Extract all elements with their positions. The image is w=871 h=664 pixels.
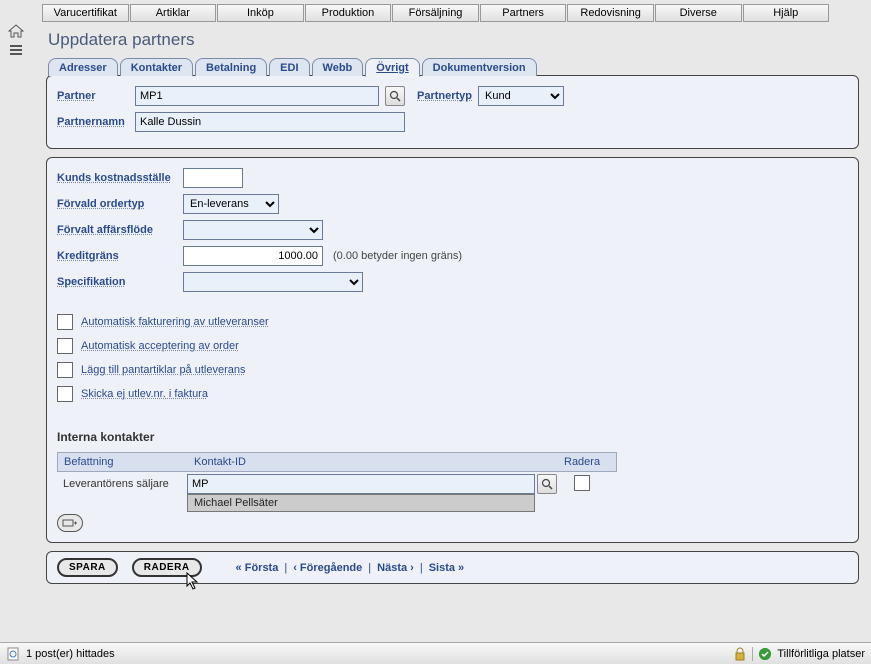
tab-kontakter[interactable]: Kontakter [120,58,193,76]
tab-dokumentversion[interactable]: Dokumentversion [422,58,537,76]
kredit-label: Kreditgräns [57,250,177,262]
pager-first[interactable]: « Första [236,562,279,574]
tab-adresser[interactable]: Adresser [48,58,118,76]
partner-input[interactable] [135,86,379,106]
skicka-ej-checkbox[interactable] [57,386,73,402]
kontakter-grid: Befattning Kontakt-ID Radera Leverantöre… [57,452,617,496]
kredit-input[interactable] [183,246,323,266]
top-menu: Varucertifikat Artiklar Inköp Produktion… [0,0,871,22]
delete-button[interactable]: RADERA [132,558,202,577]
tab-webb[interactable]: Webb [312,58,364,76]
col-kontakt: Kontakt-ID [188,453,558,471]
radera-checkbox[interactable] [574,475,590,491]
tab-edi[interactable]: EDI [269,58,309,76]
page-icon [6,647,20,661]
kostnad-label: Kunds kostnadsställe [57,172,177,184]
auto-acceptering-checkbox[interactable] [57,338,73,354]
shield-icon [759,648,771,660]
lock-icon [734,647,746,661]
menu-hjalp[interactable]: Hjälp [743,4,830,22]
pager: « Första | ‹ Föregående | Nästa › | Sist… [236,562,465,574]
menu-varucertifikat[interactable]: Varucertifikat [42,4,129,22]
menu-artiklar[interactable]: Artiklar [130,4,217,22]
menu-partners[interactable]: Partners [480,4,567,22]
ordertyp-label: Förvald ordertyp [57,198,177,210]
befattning-cell: Leverantörens säljare [57,475,187,493]
kontakt-id-input[interactable] [187,474,535,494]
hamburger-icon[interactable] [9,44,23,56]
col-befattning: Befattning [58,453,188,471]
kredit-hint: (0.00 betyder ingen gräns) [333,250,462,262]
autocomplete-item[interactable]: Michael Pellsäter [187,494,535,512]
main-panel: Kunds kostnadsställe Förvald ordertyp En… [46,157,859,543]
menu-redovisning[interactable]: Redovisning [567,4,654,22]
tab-betalning[interactable]: Betalning [195,58,267,76]
partnernamn-label: Partnernamn [57,116,129,128]
save-button[interactable]: SPARA [57,558,118,577]
kontakt-lookup-button[interactable] [537,474,557,494]
spec-select[interactable] [183,272,363,292]
pager-prev[interactable]: ‹ Föregående [293,562,362,574]
status-text: 1 post(er) hittades [26,648,115,660]
interna-kontakter-title: Interna kontakter [57,430,848,444]
pantartiklar-label: Lägg till pantartiklar på utleverans [81,364,245,376]
add-row-button[interactable] [57,514,83,532]
search-icon [541,478,553,490]
col-radera: Radera [558,453,608,471]
search-icon [389,90,401,102]
auto-fakturering-label: Automatisk fakturering av utleveranser [81,316,269,328]
partnertyp-select[interactable]: Kund [478,86,564,106]
spec-label: Specifikation [57,276,177,288]
skicka-ej-label: Skicka ej utlev.nr. i faktura [81,388,208,400]
partnertyp-label: Partnertyp [417,90,472,102]
home-icon[interactable] [8,24,24,38]
status-bar: 1 post(er) hittades Tillförlitliga plats… [0,642,871,664]
auto-acceptering-label: Automatisk acceptering av order [81,340,239,352]
menu-forsaljning[interactable]: Försäljning [392,4,479,22]
pager-next[interactable]: Nästa › [377,562,414,574]
page-title: Uppdatera partners [42,28,863,58]
left-toolbar [2,22,30,62]
pantartiklar-checkbox[interactable] [57,362,73,378]
partnernamn-input[interactable] [135,112,405,132]
tab-bar: Adresser Kontakter Betalning EDI Webb Öv… [48,58,863,76]
pager-last[interactable]: Sista » [429,562,464,574]
header-panel: Partner Partnertyp Kund Partnernamn [46,75,859,149]
affarsflode-label: Förvalt affärsflöde [57,224,177,236]
menu-diverse[interactable]: Diverse [655,4,742,22]
menu-inkop[interactable]: Inköp [217,4,304,22]
partner-lookup-button[interactable] [385,86,405,106]
ordertyp-select[interactable]: En-leverans [183,194,279,214]
affarsflode-select[interactable] [183,220,323,240]
partner-label: Partner [57,90,129,102]
kostnad-input[interactable] [183,168,243,188]
menu-produktion[interactable]: Produktion [305,4,392,22]
table-row: Leverantörens säljare Michael Pellsäter [57,472,617,496]
auto-fakturering-checkbox[interactable] [57,314,73,330]
trusted-sites-text: Tillförlitliga platser [777,648,865,660]
add-row-icon [62,518,78,528]
tab-ovrigt[interactable]: Övrigt [365,58,419,77]
grid-header: Befattning Kontakt-ID Radera [57,452,617,472]
footer-bar: SPARA RADERA « Första | ‹ Föregående | N… [46,551,859,584]
